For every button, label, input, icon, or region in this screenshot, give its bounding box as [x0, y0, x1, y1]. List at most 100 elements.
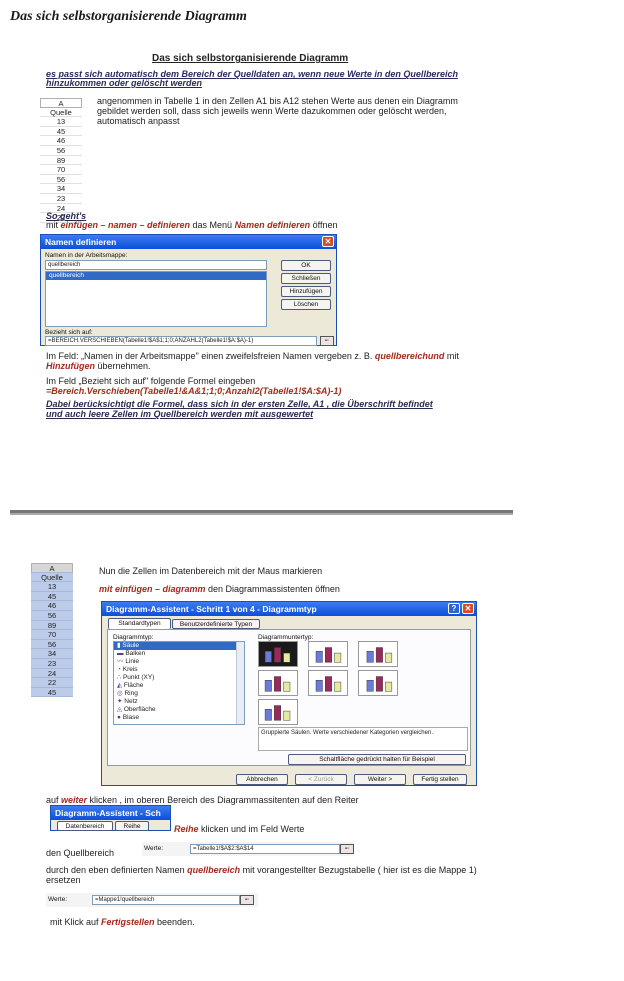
collapse-dialog-icon[interactable]: ▪▫ — [240, 895, 254, 905]
sheet-cell[interactable]: 13 — [31, 582, 73, 592]
para2: Im Feld „Bezieht sich auf" folgende Form… — [46, 376, 486, 396]
sheet-cell[interactable]: Quelle — [40, 107, 82, 118]
step-replace: durch den eben definierten Namen quellbe… — [46, 865, 486, 885]
chart-type-item[interactable]: ◭ Fläche — [114, 682, 244, 690]
names-dialog-title: Namen definieren — [45, 237, 117, 247]
names-list[interactable]: quellbereich — [45, 271, 267, 327]
chart-type-item[interactable]: ✦ Netz — [114, 698, 244, 706]
sheet-cell[interactable]: 45 — [40, 126, 82, 137]
chart-subtype-thumbnail[interactable] — [258, 670, 298, 696]
ref-input[interactable]: =BEREICH.VERSCHIEBEN(Tabelle1!$A$1;1;0;A… — [45, 336, 317, 346]
tab-data-range[interactable]: Datenbereich — [57, 821, 113, 831]
step-finish-word: Fertigstellen — [101, 917, 155, 927]
collapse-dialog-icon[interactable]: ▪▫ — [340, 844, 354, 854]
sheet-cell[interactable]: 56 — [40, 145, 82, 156]
close-button[interactable]: Schließen — [281, 273, 331, 284]
wizard-titlebar: Diagramm-Assistent - Schritt 1 von 4 - D… — [102, 602, 476, 616]
thumbnail-bar — [385, 652, 393, 663]
chart-type-label: Linie — [125, 658, 140, 665]
chart-type-item[interactable]: ▮ Säule — [114, 642, 244, 650]
sheet-cell[interactable]: 89 — [31, 620, 73, 631]
werte2-input[interactable]: =Mappe1!quellbereich — [92, 895, 240, 905]
sheet-column-1: A Quelle 13 45 46 56 89 70 56 34 23 24 22 — [40, 98, 82, 223]
chart-subtype-thumbnail[interactable] — [258, 641, 298, 667]
sheet-cell[interactable]: 34 — [40, 184, 82, 194]
add-button[interactable]: Hinzufügen — [281, 286, 331, 297]
delete-button[interactable]: Löschen — [281, 299, 331, 310]
chart-type-item[interactable]: 〰 Linie — [114, 658, 244, 666]
back-button[interactable]: < Zurück — [295, 774, 347, 785]
sheet-cell[interactable]: 46 — [31, 601, 73, 611]
thumbnail-bar — [325, 676, 332, 692]
tab-series[interactable]: Reihe — [115, 821, 149, 831]
chart-type-label: Oberfläche — [123, 706, 156, 713]
tab-standard[interactable]: Standardtypen — [108, 618, 171, 629]
thumbnail-bar — [325, 647, 332, 663]
ref-label: Bezieht sich auf: — [45, 329, 93, 336]
chart-type-label: Kreis — [122, 666, 138, 673]
sheet-cell[interactable]: Quelle — [31, 572, 73, 583]
name-input[interactable]: quellbereich — [45, 260, 267, 270]
finish-button[interactable]: Fertig stellen — [413, 774, 467, 785]
sheet-cell[interactable]: 46 — [40, 136, 82, 146]
step-weiter-word: weiter — [61, 795, 88, 805]
scrollbar[interactable] — [236, 642, 244, 724]
sheet-cell[interactable]: 24 — [31, 668, 73, 679]
para1-action: Hinzufügen — [46, 361, 95, 371]
chart-type-item[interactable]: ◔ Kreis — [114, 666, 244, 674]
sheet-cell[interactable]: 45 — [31, 687, 73, 698]
close-icon[interactable]: ✕ — [322, 236, 334, 247]
sheet-cell[interactable]: 56 — [40, 174, 82, 185]
thumbnail-bar — [274, 705, 281, 721]
sheet-cell[interactable]: 70 — [40, 165, 82, 175]
chart-type-label: Punkt (XY) — [122, 674, 155, 681]
step-replace-name: quellbereich — [187, 865, 241, 875]
sheet-cell[interactable]: 22 — [31, 678, 73, 688]
chart-type-label: Blase — [122, 714, 139, 721]
list-item[interactable]: quellbereich — [46, 272, 266, 280]
chart-subtype-thumbnail[interactable] — [358, 670, 398, 696]
sheet-cell[interactable]: 89 — [40, 155, 82, 166]
collapse-dialog-icon[interactable]: ▪▫ — [320, 336, 334, 346]
chart-type-item[interactable]: ▬ Balken — [114, 650, 244, 658]
para1: Im Feld: „Namen in der Arbeitsmappe" ein… — [46, 351, 486, 371]
chart-subtype-thumbnail[interactable] — [358, 641, 398, 667]
para1-post: übernehmen. — [95, 361, 151, 371]
thumbnail-bar — [283, 652, 291, 663]
next-button[interactable]: Weiter > — [354, 774, 406, 785]
werte1-input[interactable]: =Tabelle1!$A$2:$A$14 — [190, 844, 340, 854]
chart-type-item[interactable]: ∴ Punkt (XY) — [114, 674, 244, 682]
chart-wizard-dialog: Diagramm-Assistent - Schritt 1 von 4 - D… — [101, 601, 477, 786]
step-mark: Nun die Zellen im Datenbereich mit der M… — [99, 566, 323, 576]
chart-subtype-thumbnail[interactable] — [308, 641, 348, 667]
close-icon[interactable]: ✕ — [462, 603, 474, 614]
intro-text: es passt sich automatisch dem Bereich de… — [46, 69, 458, 88]
para1-mid: mit — [444, 351, 459, 361]
tab-custom[interactable]: Benutzerdefinierte Typen — [172, 619, 260, 629]
preview-button[interactable]: Schaltfläche gedrückt halten für Beispie… — [288, 754, 466, 765]
thumbnail-bar — [375, 647, 383, 663]
step-reihe: Reihe klicken und im Feld Werte — [174, 824, 304, 834]
chart-type-item[interactable]: ◎ Ring — [114, 690, 244, 698]
chart-type-list[interactable]: ▮ Säule ▬ Balken 〰 Linie ◔ Kreis ∴ Punkt (XY… — [113, 641, 245, 725]
thumbnail-bar — [385, 681, 393, 692]
ok-button[interactable]: OK — [281, 260, 331, 271]
sheet-cell[interactable]: 23 — [40, 193, 82, 204]
sheet-cell[interactable]: 45 — [31, 591, 73, 602]
sheet-cell[interactable]: 34 — [31, 649, 73, 659]
sheet-cell[interactable]: 13 — [40, 117, 82, 127]
sheet-cell[interactable]: 56 — [31, 639, 73, 650]
chart-subtype-thumbnail[interactable] — [258, 699, 298, 725]
chart-type-item[interactable]: ● Blase — [114, 714, 244, 722]
sheet-cell[interactable]: 70 — [31, 630, 73, 640]
help-icon[interactable]: ? — [448, 603, 460, 614]
chart-type-item[interactable]: ◬ Oberfläche — [114, 706, 244, 714]
type-label: Diagrammtyp: — [113, 634, 154, 641]
chart-subtype-thumbnail[interactable] — [308, 670, 348, 696]
sheet-cell[interactable]: 56 — [31, 610, 73, 621]
cancel-button[interactable]: Abbrechen — [236, 774, 288, 785]
sheet-cell[interactable]: 23 — [31, 658, 73, 669]
names-label: Namen in der Arbeitsmappe: — [45, 252, 128, 259]
sheet-column-2[interactable]: A Quelle 13 45 46 56 89 70 56 34 23 24 22 45 — [31, 563, 73, 698]
step-finish-post: beenden. — [154, 917, 195, 927]
